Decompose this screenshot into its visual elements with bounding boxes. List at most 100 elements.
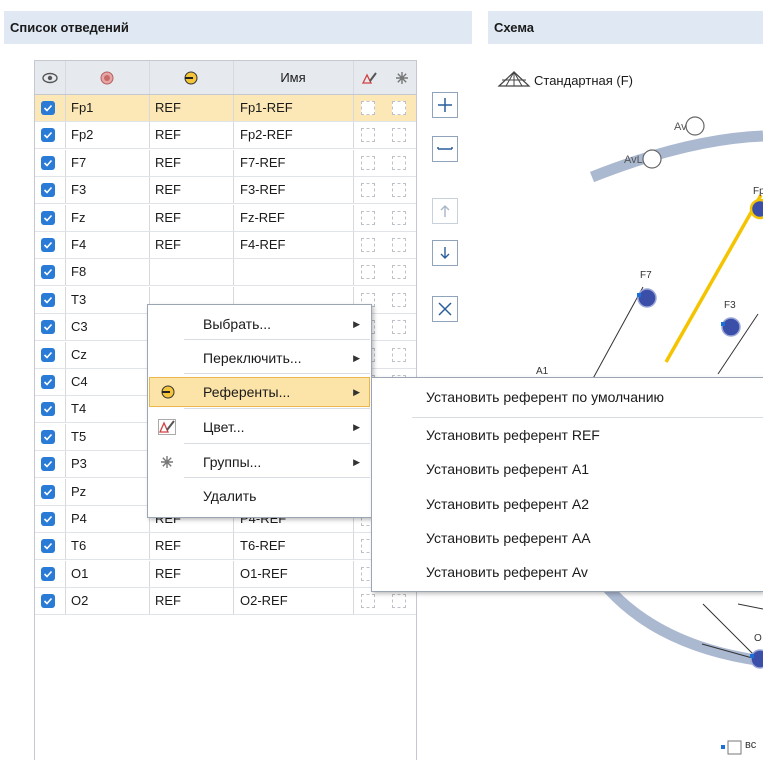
table-row[interactable]: F8 xyxy=(35,259,416,287)
menu-item-color[interactable]: Цвет... ▶ xyxy=(149,412,370,442)
lead-name-cell[interactable]: F3-REF xyxy=(240,177,286,203)
active-electrode-cell[interactable]: Fp2 xyxy=(71,122,93,148)
group-cell[interactable] xyxy=(392,155,406,170)
row-checkbox[interactable] xyxy=(41,265,55,280)
group-cell[interactable] xyxy=(392,101,406,115)
menu-item-delete[interactable]: Удалить xyxy=(149,481,370,511)
reference-electrode-cell[interactable]: REF xyxy=(155,232,181,258)
table-row[interactable]: O1 REF O1-REF xyxy=(35,560,416,588)
group-cell[interactable] xyxy=(392,128,406,143)
active-electrode-cell[interactable]: P4 xyxy=(71,506,87,532)
row-checkbox[interactable] xyxy=(41,402,55,417)
table-row[interactable]: Fp1 REF Fp1-REF xyxy=(35,95,416,122)
color-pen-icon[interactable] xyxy=(353,61,387,94)
electrode-avl[interactable] xyxy=(642,149,662,169)
move-down-button[interactable] xyxy=(432,240,458,266)
submenu-reference-aa[interactable]: Установить референт AA xyxy=(426,525,591,551)
group-cell[interactable] xyxy=(392,347,406,362)
reference-electrode-cell[interactable]: REF xyxy=(155,588,181,614)
lead-name-cell[interactable]: F7-REF xyxy=(240,150,286,176)
submenu-reference-av[interactable]: Установить референт Av xyxy=(426,559,588,585)
menu-item-select[interactable]: Выбрать... ▶ xyxy=(149,309,370,339)
active-electrode-cell[interactable]: Pz xyxy=(71,479,86,505)
reference-electrode-cell[interactable]: REF xyxy=(155,95,181,121)
electrode-f3[interactable] xyxy=(721,317,741,337)
submenu-default-reference[interactable]: Установить референт по умолчанию xyxy=(426,384,664,410)
name-column-header[interactable]: Имя xyxy=(233,61,353,94)
row-checkbox[interactable] xyxy=(41,566,55,581)
reference-electrode-cell[interactable]: REF xyxy=(155,205,181,231)
reference-electrode-cell[interactable]: REF xyxy=(155,533,181,559)
row-checkbox[interactable] xyxy=(41,457,55,472)
electrode-f7[interactable] xyxy=(637,288,657,308)
submenu-reference-ref[interactable]: Установить референт REF xyxy=(426,422,600,448)
active-electrode-cell[interactable]: F4 xyxy=(71,232,86,258)
active-electrode-cell[interactable]: T5 xyxy=(71,424,86,450)
table-row[interactable]: F7 REF F7-REF xyxy=(35,149,416,177)
active-electrode-cell[interactable]: Fz xyxy=(71,205,85,231)
row-checkbox[interactable] xyxy=(41,429,55,444)
table-row[interactable]: F4 REF F4-REF xyxy=(35,232,416,259)
row-checkbox[interactable] xyxy=(41,375,55,389)
lead-name-cell[interactable]: O1-REF xyxy=(240,561,288,587)
group-cell[interactable] xyxy=(392,238,406,252)
table-row[interactable]: Fz REF Fz-REF xyxy=(35,204,416,232)
active-electrode-cell[interactable]: F7 xyxy=(71,150,86,176)
lead-name-cell[interactable]: Fz-REF xyxy=(240,205,285,231)
lead-name-cell[interactable]: F4-REF xyxy=(240,232,286,258)
group-cell[interactable] xyxy=(392,183,406,198)
add-button[interactable] xyxy=(432,92,458,118)
electrode-o[interactable] xyxy=(750,649,763,669)
active-electrode-cell[interactable]: C3 xyxy=(71,314,88,340)
row-checkbox[interactable] xyxy=(41,320,55,335)
row-checkbox[interactable] xyxy=(41,512,55,526)
menu-item-groups[interactable]: Группы... ▶ xyxy=(149,447,370,477)
footer-checkbox[interactable] xyxy=(727,740,742,755)
snowflake-icon[interactable] xyxy=(387,61,416,94)
active-electrode-cell[interactable]: O1 xyxy=(71,561,88,587)
active-electrode-cell[interactable]: T4 xyxy=(71,396,86,422)
electrode-fp[interactable] xyxy=(749,198,763,220)
active-electrode-cell[interactable]: Cz xyxy=(71,342,87,368)
color-cell[interactable] xyxy=(361,210,375,225)
reference-electrode-cell[interactable]: REF xyxy=(155,122,181,148)
table-row[interactable]: F3 REF F3-REF xyxy=(35,177,416,205)
row-checkbox[interactable] xyxy=(41,539,55,554)
color-cell[interactable] xyxy=(361,101,375,115)
scheme-name[interactable]: Стандартная (F) xyxy=(534,73,633,88)
menu-item-toggle[interactable]: Переключить... ▶ xyxy=(149,343,370,373)
row-checkbox[interactable] xyxy=(41,594,55,609)
active-electrode-cell[interactable]: P3 xyxy=(71,451,87,477)
color-cell[interactable] xyxy=(361,183,375,198)
active-electrode-cell[interactable]: T3 xyxy=(71,287,86,313)
delete-button[interactable] xyxy=(432,296,458,322)
row-checkbox[interactable] xyxy=(41,128,55,143)
lead-name-cell[interactable]: T6-REF xyxy=(240,533,286,559)
group-cell[interactable] xyxy=(392,210,406,225)
row-checkbox[interactable] xyxy=(41,238,55,252)
group-cell[interactable] xyxy=(392,292,406,307)
menu-item-references[interactable]: Референты... ▶ xyxy=(149,377,370,407)
row-checkbox[interactable] xyxy=(41,292,55,307)
color-cell[interactable] xyxy=(361,594,375,609)
reference-electrode-icon[interactable] xyxy=(149,61,233,94)
group-cell[interactable] xyxy=(392,594,406,609)
active-electrode-cell[interactable]: T6 xyxy=(71,533,86,559)
table-row[interactable]: T6 REF T6-REF xyxy=(35,533,416,561)
move-up-button[interactable] xyxy=(432,198,458,224)
eye-icon[interactable] xyxy=(35,61,65,94)
active-electrode-cell[interactable]: C4 xyxy=(71,369,88,395)
active-electrode-cell[interactable]: F8 xyxy=(71,259,86,285)
color-cell[interactable] xyxy=(361,155,375,170)
lead-name-cell[interactable]: O2-REF xyxy=(240,588,288,614)
active-electrode-icon[interactable] xyxy=(65,61,149,94)
submenu-reference-a1[interactable]: Установить референт A1 xyxy=(426,456,589,482)
row-checkbox[interactable] xyxy=(41,347,55,362)
reference-electrode-cell[interactable]: REF xyxy=(155,561,181,587)
table-row[interactable]: O2 REF O2-REF xyxy=(35,588,416,616)
lead-name-cell[interactable]: Fp1-REF xyxy=(240,95,293,121)
electrode-av[interactable] xyxy=(685,116,705,136)
reference-electrode-cell[interactable]: REF xyxy=(155,150,181,176)
group-cell[interactable] xyxy=(392,320,406,335)
row-checkbox[interactable] xyxy=(41,210,55,225)
